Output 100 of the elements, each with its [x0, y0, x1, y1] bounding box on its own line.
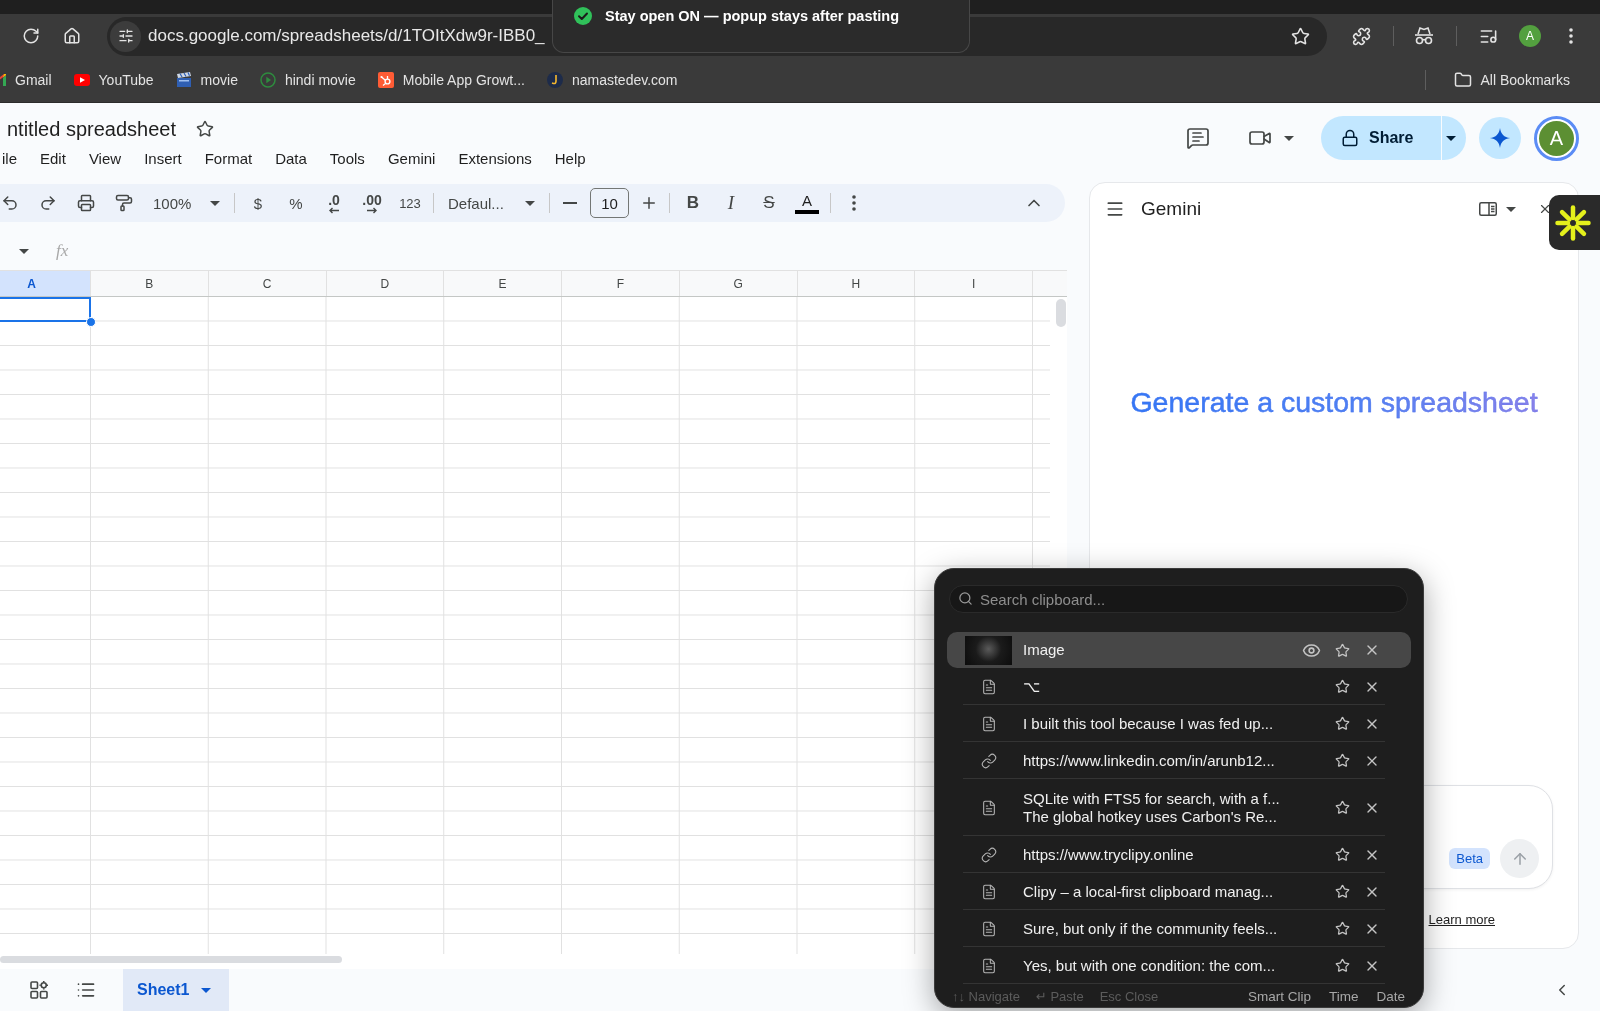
floating-launcher-button[interactable] — [1549, 195, 1600, 250]
sort-option[interactable]: Date — [1376, 988, 1405, 1004]
document-icon — [980, 799, 997, 816]
pin-button[interactable] — [1335, 884, 1350, 899]
column-header[interactable]: I — [915, 271, 1033, 296]
currency-button[interactable]: $ — [243, 188, 273, 218]
star-icon — [1335, 800, 1350, 815]
menu-item[interactable]: Extensions — [446, 147, 544, 169]
vertical-scrollbar-thumb[interactable] — [1056, 299, 1066, 327]
more-icon — [1569, 28, 1573, 44]
layout-button[interactable] — [1479, 202, 1516, 216]
pin-button[interactable] — [1335, 753, 1350, 768]
menu-item[interactable]: View — [77, 147, 133, 169]
selected-cell[interactable] — [0, 297, 91, 322]
clipboard-item[interactable]: I built this tool because I was fed up... — [947, 705, 1411, 742]
column-header[interactable]: D — [326, 271, 445, 296]
text-color-button[interactable]: A — [792, 188, 822, 218]
bold-button[interactable]: B — [678, 188, 708, 218]
bookmark-item[interactable]: hindi movie — [248, 66, 367, 94]
beta-badge: Beta — [1449, 848, 1490, 869]
panel-title: Gemini — [1141, 198, 1202, 220]
menu-item[interactable]: ile — [0, 147, 29, 169]
document-icon — [980, 920, 997, 937]
number-format-button[interactable]: 123 — [395, 188, 425, 218]
strikethrough-button[interactable]: S — [754, 188, 784, 218]
menu-item[interactable]: Edit — [28, 147, 78, 169]
clipboard-item[interactable]: ⌥ — [947, 668, 1411, 705]
horizontal-scrollbar-thumb[interactable] — [0, 956, 342, 963]
learn-more-link[interactable]: Learn more — [1428, 912, 1495, 927]
star-icon — [1335, 753, 1350, 768]
fill-handle[interactable] — [86, 316, 96, 327]
decrease-decimal-button[interactable]: .0 — [319, 188, 349, 218]
account-avatar[interactable]: A — [1534, 115, 1579, 161]
clipboard-item[interactable]: Clipy – a local-first clipboard manag... — [947, 873, 1411, 910]
pin-button[interactable] — [1335, 679, 1350, 694]
pin-button[interactable] — [1335, 921, 1350, 936]
column-header[interactable]: A — [0, 271, 91, 296]
caret-icon — [210, 200, 220, 206]
document-title[interactable]: ntitled spreadsheet — [7, 117, 176, 141]
sprocket-icon — [377, 72, 394, 88]
site-settings-button[interactable] — [110, 20, 141, 52]
all-bookmarks-button[interactable]: All Bookmarks — [1442, 66, 1581, 94]
column-header[interactable]: B — [91, 271, 209, 296]
sheet-tab[interactable]: Sheet1 — [123, 969, 229, 1011]
zoom-dropdown[interactable]: 100% — [147, 188, 226, 218]
star-icon — [1335, 716, 1350, 731]
clipboard-item[interactable]: SQLite with FTS5 for search, with a f... The global hotkey uses Carbon's Re... — [947, 779, 1411, 836]
round-logo-icon — [546, 72, 563, 88]
share-menu-button[interactable] — [1442, 116, 1466, 160]
increase-decimal-button[interactable]: .00 — [357, 188, 387, 218]
toast-message: Stay open ON — popup stays after pasting — [605, 7, 900, 25]
caret-icon — [201, 987, 212, 993]
bookmark-item[interactable]: YouTube — [62, 66, 165, 94]
menu-button[interactable] — [1105, 199, 1125, 219]
document-icon — [980, 715, 997, 732]
bookmark-item[interactable]: movie — [164, 66, 249, 94]
sort-option[interactable]: Time — [1328, 988, 1359, 1004]
print-icon — [77, 194, 95, 212]
menu-item[interactable]: Format — [193, 147, 264, 169]
star-icon — [1335, 642, 1350, 658]
item-text: Image — [1023, 641, 1066, 659]
menu-item[interactable]: Insert — [132, 147, 194, 169]
font-dropdown[interactable]: Defaul... — [442, 188, 541, 218]
bookmark-item[interactable]: Gmail — [0, 66, 63, 94]
menu-item[interactable]: Data — [263, 147, 319, 169]
clipboard-item[interactable]: Sure, but only if the community feels... — [947, 910, 1411, 947]
font-size-field[interactable]: 10 — [590, 188, 629, 218]
menu-item[interactable]: Tools — [318, 147, 377, 169]
pin-button[interactable] — [1335, 800, 1350, 815]
clipboard-item[interactable]: https://www.tryclipy.online — [947, 836, 1411, 873]
sliders-icon — [117, 28, 134, 44]
share-button[interactable]: Share — [1321, 116, 1441, 160]
italic-button[interactable]: I — [716, 188, 746, 218]
pin-button[interactable] — [1335, 958, 1350, 973]
pin-button[interactable] — [1335, 716, 1350, 731]
column-header[interactable]: H — [797, 271, 916, 296]
clipboard-item[interactable]: https://www.linkedin.com/in/arunb12... — [947, 742, 1411, 779]
column-header[interactable]: F — [562, 271, 680, 296]
pin-button[interactable] — [1335, 847, 1350, 862]
star-button[interactable] — [196, 120, 214, 138]
sort-option[interactable]: Smart Clip — [1247, 988, 1311, 1004]
menu-item[interactable]: Gemini — [376, 147, 447, 169]
percent-button[interactable]: % — [281, 188, 311, 218]
folder-icon — [1453, 71, 1472, 89]
caret-icon — [1506, 206, 1516, 212]
column-header[interactable]: C — [208, 271, 327, 296]
clipboard-item[interactable]: Yes, but with one condition: the com... — [947, 947, 1411, 984]
more-icon — [852, 195, 856, 211]
column-header[interactable]: G — [679, 271, 798, 296]
star-icon — [1335, 847, 1350, 862]
pin-button[interactable] — [1335, 642, 1350, 658]
bookmark-item[interactable]: namastedev.com — [535, 66, 689, 94]
column-header[interactable]: E — [444, 271, 562, 296]
menu-item[interactable]: Help — [543, 147, 598, 169]
search-field[interactable]: Search clipboard... — [949, 585, 1408, 613]
gemini-button[interactable] — [1479, 117, 1521, 159]
undo-icon — [1, 194, 19, 212]
squares-icon — [29, 980, 49, 1000]
clipboard-item[interactable]: Image — [947, 632, 1411, 668]
bookmark-item[interactable]: Mobile App Growt... — [366, 66, 536, 94]
